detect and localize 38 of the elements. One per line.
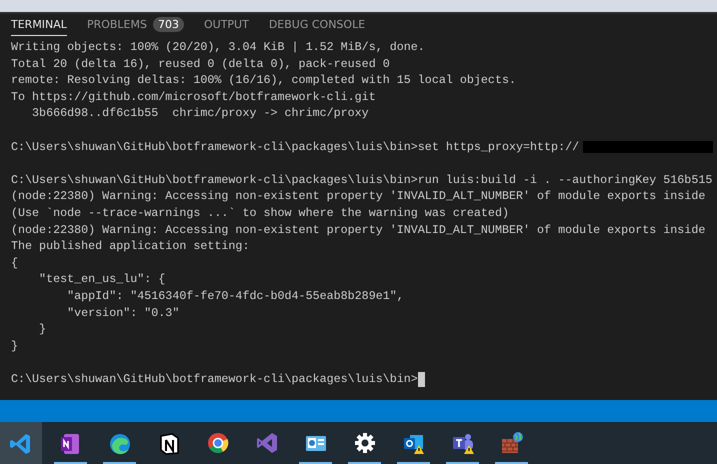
running-indicator (397, 462, 430, 464)
running-indicator (348, 462, 381, 464)
terminal-line: C:\Users\shuwan\GitHub\botframework-cli\packages\luis\bin>set https_proxy=http:// (11, 138, 580, 156)
terminal-line: } (11, 338, 18, 354)
app-icon (108, 431, 132, 455)
running-indicator (54, 462, 87, 464)
app-icon (450, 431, 474, 455)
terminal-line: Writing objects: 100% (20/20), 3.04 KiB | 1.52 MiB/s, done. (11, 39, 425, 56)
app-icon (352, 431, 376, 455)
terminal-line: (node:22380) Warning: Accessing non-existent property 'INVALID_ALT_NUMBER' of module exports inside (11, 222, 706, 238)
terminal-line: } (38, 321, 46, 338)
terminal-line: "version": "0.3" (66, 304, 180, 322)
terminal-line: "appId": "4516340f-fe70-4fdc-b0d4-55eab8b289e1", (66, 288, 404, 304)
running-indicator (495, 462, 528, 464)
terminal-line: remote: Resolving deltas: 100% (16/16), completed with 15 local objects. (11, 72, 516, 89)
terminal-line: To https://github.com/microsoft/botframework-cli.git (11, 88, 376, 106)
panel-tab[interactable]: PROBLEMS 703 (86, 17, 184, 36)
terminal-line: The published application setting: (11, 238, 250, 255)
app-icon (500, 431, 524, 455)
terminal-line: { (11, 254, 18, 272)
app-icon (9, 431, 33, 455)
running-indicator (446, 462, 479, 464)
terminal-line: "test_en_us_lu": { (38, 271, 166, 288)
app-icon (206, 431, 230, 455)
running-indicator (103, 462, 136, 464)
terminal-line: Total 20 (delta 16), reused 0 (delta 0), pack-reused 0 (11, 56, 390, 72)
terminal-prompt: C:\Users\shuwan\GitHub\botframework-cli\packages\luis\bin> (11, 370, 418, 388)
panel-tab[interactable]: OUTPUT (204, 17, 249, 36)
panel-tab[interactable]: DEBUG CONSOLE (268, 17, 366, 36)
panel-tab[interactable]: TERMINAL (11, 17, 67, 36)
terminal-line: (node:22380) Warning: Accessing non-existent property 'INVALID_ALT_NUMBER' of module exports inside (11, 188, 706, 205)
text-cursor (418, 372, 425, 387)
running-indicator (299, 462, 332, 464)
terminal-line: 3b666d98..df6c1b55 chrimc/proxy -> chrimc/proxy (31, 105, 369, 122)
app-icon (254, 431, 278, 455)
count-badge: 703 (152, 17, 184, 32)
terminal-line: C:\Users\shuwan\GitHub\botframework-cli\packages\luis\bin>run luis:build -i . --authoringKey 516b515 (11, 172, 712, 188)
terminal-line: (Use `node --trace-warnings ...` to show where the warning was created) (11, 204, 509, 222)
